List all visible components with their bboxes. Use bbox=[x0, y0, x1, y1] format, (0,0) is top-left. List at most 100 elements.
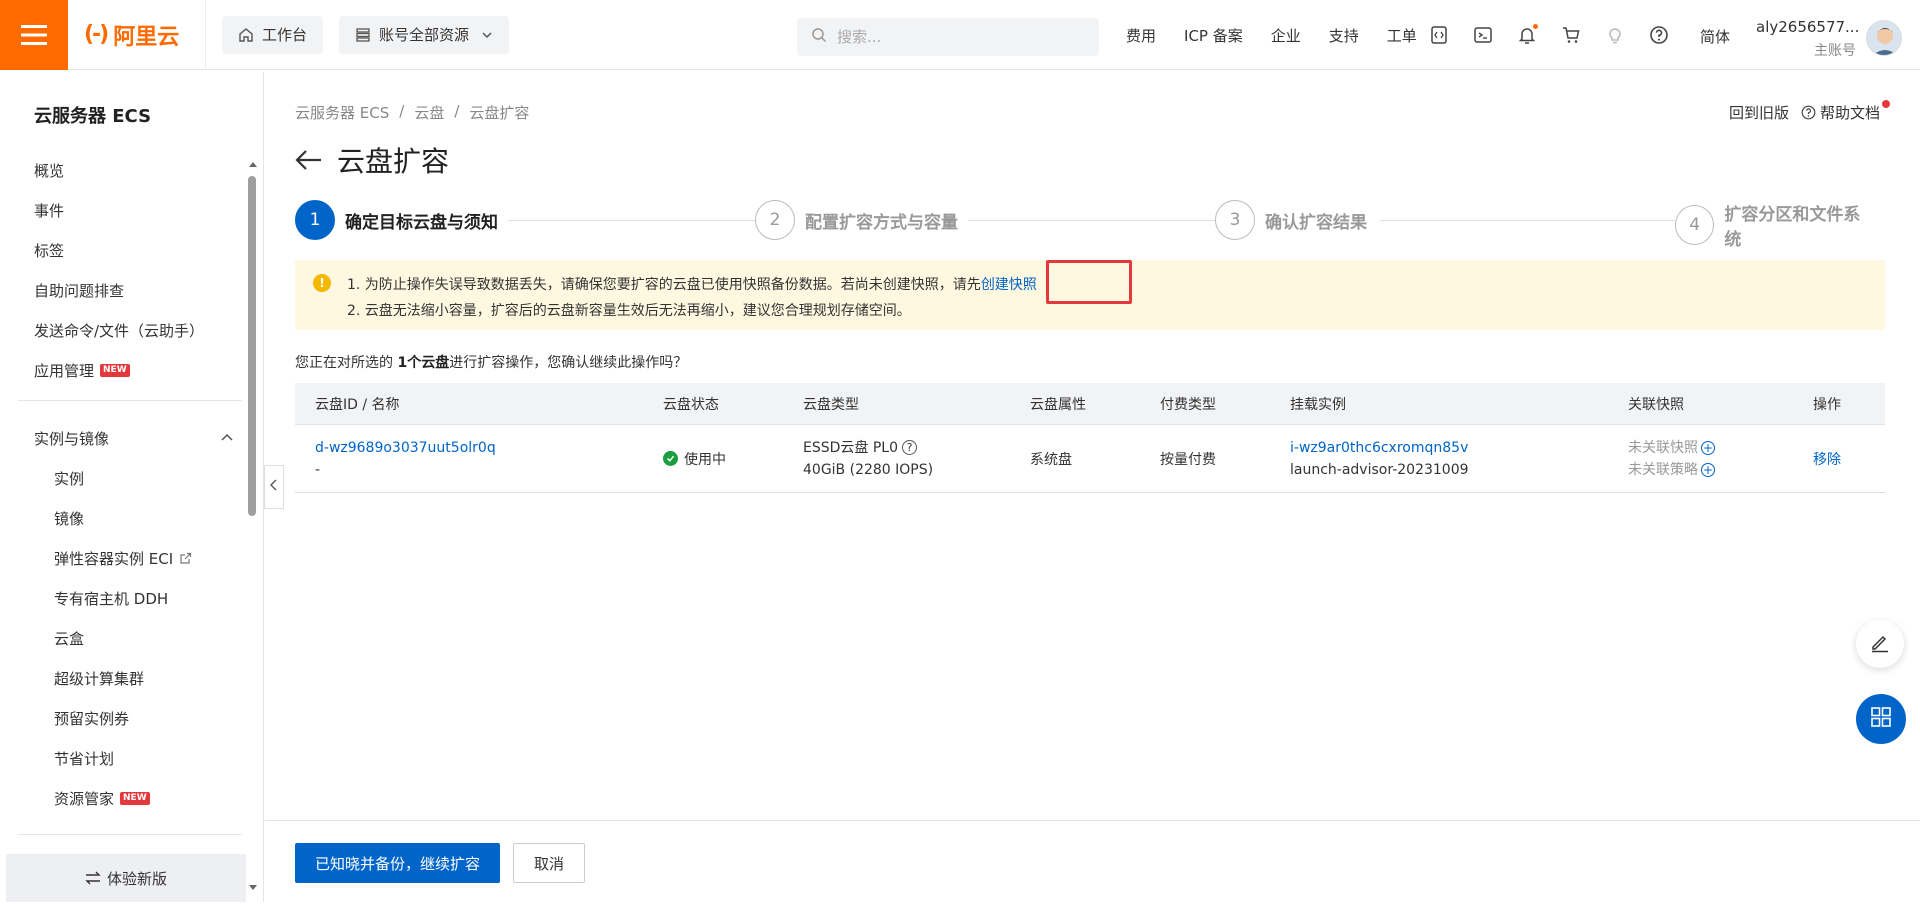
scroll-up-icon[interactable] bbox=[248, 156, 258, 172]
cell-instance: i-wz9ar0thc6cxromqn85v launch-advisor-20… bbox=[1290, 437, 1469, 481]
sidebar-item-label: 资源管家 bbox=[54, 790, 115, 808]
sidebar-divider bbox=[18, 400, 242, 401]
disk-capacity: 40GiB (2280 IOPS) bbox=[803, 461, 934, 478]
col-header-disk-id: 云盘ID / 名称 bbox=[315, 396, 400, 413]
old-version-link[interactable]: 回到旧版 bbox=[1729, 102, 1789, 123]
try-new-version-button[interactable]: 体验新版 bbox=[6, 854, 246, 902]
sidebar-divider bbox=[18, 834, 242, 835]
sidebar-item-savings-plan[interactable]: 节省计划 bbox=[54, 748, 114, 769]
code-icon[interactable] bbox=[1428, 24, 1450, 46]
sidebar-item-super-computing[interactable]: 超级计算集群 bbox=[54, 668, 144, 689]
avatar[interactable] bbox=[1866, 20, 1902, 56]
aliyun-logo[interactable]: (-) 阿里云 bbox=[68, 0, 206, 70]
sidebar-item-troubleshoot[interactable]: 自助问题排查 bbox=[34, 280, 124, 301]
continue-button[interactable]: 已知晓并备份，继续扩容 bbox=[295, 843, 501, 883]
back-arrow-icon[interactable] bbox=[295, 149, 323, 171]
stack-icon bbox=[355, 27, 371, 43]
stepper: 1 确定目标云盘与须知 2 配置扩容方式与容量 3 确认扩容结果 4 扩容分区和… bbox=[295, 200, 1885, 250]
help-docs-link[interactable]: 帮助文档 bbox=[1801, 102, 1880, 123]
disk-type-text: ESSD云盘 PL0 bbox=[803, 439, 898, 456]
top-link-ticket[interactable]: 工单 bbox=[1387, 25, 1417, 46]
sidebar-item-app-management[interactable]: 应用管理 NEW bbox=[34, 360, 130, 381]
sidebar-item-label: 应用管理 bbox=[34, 362, 95, 380]
new-badge: NEW bbox=[120, 792, 150, 805]
add-snapshot-icon[interactable]: + bbox=[1701, 440, 1715, 455]
terminal-icon[interactable] bbox=[1472, 24, 1494, 46]
help-circle-icon bbox=[1801, 105, 1816, 120]
col-header-status: 云盘状态 bbox=[663, 396, 719, 413]
search-icon bbox=[811, 27, 827, 47]
user-info[interactable]: aly2656577... 主账号 bbox=[1756, 18, 1859, 60]
alert-line-1: 1. 为防止操作失误导致数据丢失，请确保您要扩容的云盘已使用快照备份数据。若尚未… bbox=[347, 274, 1037, 294]
snapshot-text: 未关联快照 bbox=[1628, 439, 1698, 456]
language-switch[interactable]: 简体 bbox=[1700, 26, 1730, 47]
pencil-icon bbox=[1869, 631, 1891, 657]
breadcrumb-separator: / bbox=[399, 102, 405, 120]
resources-label: 账号全部资源 bbox=[379, 26, 470, 44]
confirm-message: 您正在对所选的 1个云盘进行扩容操作，您确认继续此操作吗？ bbox=[295, 352, 687, 372]
search-box[interactable] bbox=[797, 18, 1099, 56]
breadcrumb-ecs[interactable]: 云服务器 ECS bbox=[295, 102, 389, 123]
cell-status: 使用中 bbox=[663, 449, 726, 469]
warning-icon: ! bbox=[313, 274, 331, 292]
menu-icon[interactable] bbox=[0, 0, 68, 70]
top-link-enterprise[interactable]: 企业 bbox=[1271, 25, 1301, 46]
sidebar-item-cloud-box[interactable]: 云盒 bbox=[54, 628, 84, 649]
sidebar-item-instances[interactable]: 实例 bbox=[54, 468, 84, 489]
sidebar-item-label: 弹性容器实例 ECI bbox=[54, 550, 174, 568]
sidebar-item-images[interactable]: 镜像 bbox=[54, 508, 84, 529]
disk-id-link[interactable]: d-wz9689o3037uut5olr0q bbox=[315, 437, 496, 459]
policy-text: 未关联策略 bbox=[1628, 461, 1698, 478]
sidebar-section-instances-images[interactable]: 实例与镜像 bbox=[34, 428, 234, 449]
sidebar-item-events[interactable]: 事件 bbox=[34, 200, 64, 221]
step-label: 确定目标云盘与须知 bbox=[345, 212, 498, 233]
bell-icon[interactable] bbox=[1516, 24, 1538, 46]
breadcrumb: 云服务器 ECS / 云盘 / 云盘扩容 bbox=[295, 102, 529, 123]
scroll-down-icon[interactable] bbox=[248, 880, 258, 896]
lightbulb-icon[interactable] bbox=[1604, 24, 1626, 46]
question-circle-icon[interactable]: ? bbox=[902, 440, 917, 455]
aliyun-logo-icon: (-) bbox=[84, 22, 109, 47]
sidebar-item-ddh[interactable]: 专有宿主机 DDH bbox=[54, 588, 168, 609]
table-row: d-wz9689o3037uut5olr0q - 使用中 ESSD云盘 PL0 … bbox=[295, 425, 1885, 493]
sidebar-scrollbar[interactable] bbox=[248, 176, 256, 516]
breadcrumb-disks[interactable]: 云盘 bbox=[414, 102, 444, 123]
top-links: 费用 ICP 备案 企业 支持 工单 bbox=[1126, 0, 1445, 70]
workbench-label: 工作台 bbox=[262, 26, 308, 44]
step-2: 2 配置扩容方式与容量 bbox=[755, 200, 968, 240]
sidebar-item-send-command[interactable]: 发送命令/文件（云助手） bbox=[34, 320, 204, 341]
cancel-button[interactable]: 取消 bbox=[513, 843, 586, 883]
try-new-version-label: 体验新版 bbox=[106, 869, 167, 888]
workbench-button[interactable]: 工作台 bbox=[222, 15, 324, 54]
col-header-instance: 挂载实例 bbox=[1290, 396, 1346, 413]
sidebar-item-tags[interactable]: 标签 bbox=[34, 240, 64, 261]
apps-float-button[interactable] bbox=[1856, 694, 1906, 744]
breadcrumb-current: 云盘扩容 bbox=[469, 104, 530, 122]
step-number: 4 bbox=[1675, 205, 1715, 245]
cell-attribute: 系统盘 bbox=[1030, 451, 1072, 468]
help-icon[interactable] bbox=[1648, 24, 1670, 46]
new-badge: NEW bbox=[100, 364, 130, 377]
logo-text: 阿里云 bbox=[113, 24, 180, 50]
resources-dropdown[interactable]: 账号全部资源 bbox=[339, 15, 510, 54]
page-header: 云盘扩容 bbox=[295, 140, 449, 180]
top-link-fees[interactable]: 费用 bbox=[1126, 25, 1156, 46]
add-policy-icon[interactable]: + bbox=[1701, 462, 1715, 477]
edit-float-button[interactable] bbox=[1856, 620, 1904, 668]
cell-type: ESSD云盘 PL0 ? 40GiB (2280 IOPS) bbox=[803, 437, 933, 481]
sidebar-item-resource-butler[interactable]: 资源管家 NEW bbox=[54, 788, 150, 809]
step-label: 确认扩容结果 bbox=[1265, 212, 1367, 233]
sidebar-item-eci[interactable]: 弹性容器实例 ECI bbox=[54, 548, 192, 569]
confirm-count: 1个云盘 bbox=[397, 355, 450, 371]
cart-icon[interactable] bbox=[1560, 24, 1582, 46]
top-link-support[interactable]: 支持 bbox=[1329, 25, 1359, 46]
page-actions: 回到旧版 帮助文档 bbox=[1729, 102, 1880, 123]
create-snapshot-link[interactable]: 创建快照 bbox=[981, 277, 1037, 293]
sidebar-item-reserved-instances[interactable]: 预留实例券 bbox=[54, 708, 129, 729]
breadcrumb-separator: / bbox=[454, 102, 460, 120]
top-link-icp[interactable]: ICP 备案 bbox=[1184, 25, 1243, 46]
sidebar-item-overview[interactable]: 概览 bbox=[34, 160, 64, 181]
search-input[interactable] bbox=[837, 28, 1077, 46]
remove-link[interactable]: 移除 bbox=[1813, 449, 1841, 469]
instance-id-link[interactable]: i-wz9ar0thc6cxromqn85v bbox=[1290, 437, 1469, 459]
